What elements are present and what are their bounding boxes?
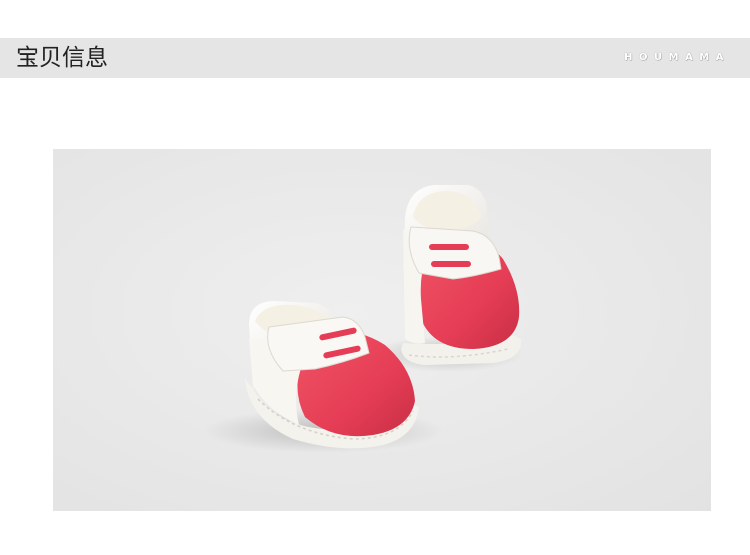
- section-title: 宝贝信息: [16, 45, 108, 71]
- brand-watermark: HOUMAMA: [624, 52, 730, 63]
- product-photo: [53, 149, 711, 511]
- photo-background: [53, 149, 711, 511]
- section-header-bar: 宝贝信息 HOUMAMA: [0, 38, 750, 78]
- baby-shoes-illustration: [53, 149, 711, 511]
